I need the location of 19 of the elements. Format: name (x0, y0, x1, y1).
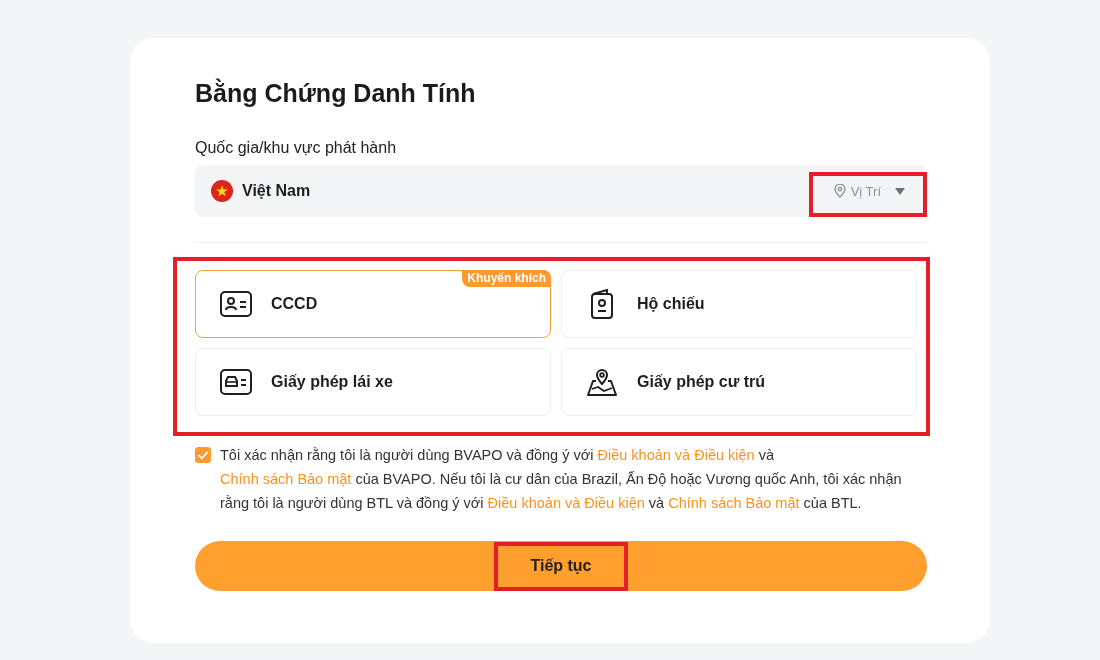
license-card-icon (220, 369, 252, 395)
document-option[interactable]: CCCD Khuyến khích (195, 270, 551, 338)
document-option[interactable]: Hộ chiếu (561, 270, 917, 338)
checkbox[interactable] (195, 447, 211, 463)
flag-icon (211, 180, 233, 202)
id-card-icon (220, 291, 252, 317)
country-value: Việt Nam (242, 182, 311, 200)
document-option[interactable]: Giấy phép cư trú (561, 348, 917, 416)
caret-icon (895, 187, 905, 195)
document-option[interactable]: Giấy phép lái xe (195, 348, 551, 416)
pin-icon (833, 184, 846, 198)
recommended-badge: Khuyến khích (462, 270, 551, 287)
country-select[interactable]: Việt Nam Vị Trí (195, 165, 927, 217)
page-title: Bằng Chứng Danh Tính (195, 78, 477, 108)
continue-button[interactable]: Tiếp tục (195, 541, 927, 591)
field-label: Quốc gia/khu vực phát hành (195, 138, 398, 158)
map-pin-icon (586, 367, 618, 397)
passport-icon (590, 289, 614, 319)
consent-text: Tôi xác nhận rằng tôi là người dùng BVAPO và đồng ý với Điều khoản và Điều kiện và Chính sách Bảo mật của BVAPO. Nếu tôi là cư dân của Brazil, Ấn Độ hoặc Vương quốc Anh, tôi xác nhận rằng tôi là người dùng BTL và đồng ý với Điều khoản và Điều kiện và Chính sách Bảo mật của BTL. (220, 446, 903, 513)
